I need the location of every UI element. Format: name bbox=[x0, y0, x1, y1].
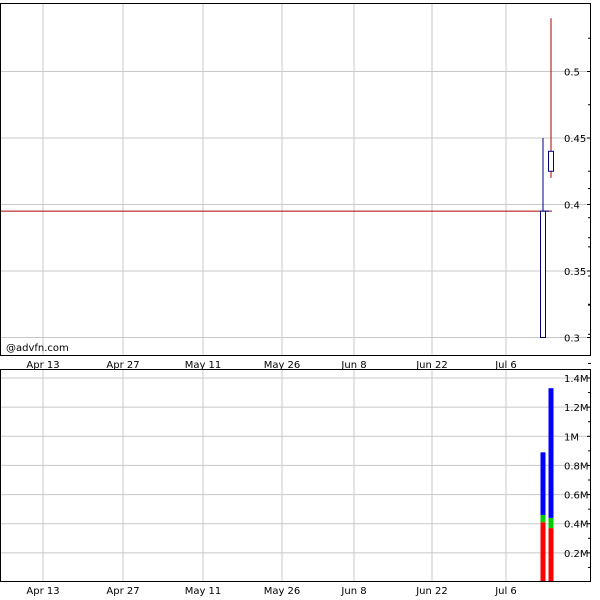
chart-root: 0.3 0.35 0.4 0.45 0.5 @advfn.com Apr 13 Apr 2… bbox=[0, 3, 591, 597]
price-y-ticks: 0.3 0.35 0.4 0.45 0.5 bbox=[564, 37, 591, 345]
price-ytick-label-4: 0.5 bbox=[564, 68, 580, 79]
candle-body-0 bbox=[540, 210, 546, 338]
volume-ytick-label-1: 0.4M bbox=[564, 520, 589, 531]
volume-bar-1-seg-2 bbox=[548, 388, 554, 518]
price-grid bbox=[1, 4, 591, 356]
volume-x-ticks: Apr 13 Apr 27 May 11 May 26 Jun 8 Jun 22 Jul 6 bbox=[26, 586, 516, 597]
volume-bar-1-seg-1 bbox=[548, 517, 554, 529]
price-frame bbox=[0, 3, 591, 356]
volume-xtick-label-5: Jun 22 bbox=[415, 586, 448, 597]
price-ytick-label-1: 0.35 bbox=[564, 267, 586, 278]
volume-xtick-label-0: Apr 13 bbox=[26, 586, 59, 597]
volume-ytick-label-5: 1.2M bbox=[564, 403, 589, 414]
volume-ytick-label-4: 1M bbox=[564, 432, 579, 443]
volume-ytick-label-0: 0.2M bbox=[564, 549, 589, 560]
volume-bar-1-seg-0 bbox=[548, 528, 554, 582]
watermark: @advfn.com bbox=[6, 343, 69, 354]
volume-xtick-label-3: May 26 bbox=[264, 586, 301, 597]
volume-bar-0-seg-1 bbox=[540, 514, 546, 523]
price-panel: 0.3 0.35 0.4 0.45 0.5 @advfn.com bbox=[0, 3, 591, 356]
volume-grid bbox=[1, 370, 591, 582]
volume-bar-0-seg-2 bbox=[540, 452, 546, 515]
volume-ytick-label-6: 1.4M bbox=[564, 374, 589, 385]
volume-panel: 0.2M 0.4M 0.6M 0.8M 1M 1.2M 1.4M bbox=[0, 188, 591, 582]
price-candles bbox=[540, 18, 554, 338]
volume-y-ticks: 0.2M 0.4M 0.6M 0.8M 1M 1.2M 1.4M bbox=[564, 188, 591, 568]
volume-bar-0-seg-0 bbox=[540, 522, 546, 582]
volume-ytick-label-2: 0.6M bbox=[564, 491, 589, 502]
price-ytick-label-3: 0.45 bbox=[564, 134, 586, 145]
volume-xtick-label-4: Jun 8 bbox=[340, 586, 366, 597]
price-ytick-label-2: 0.4 bbox=[564, 201, 580, 212]
volume-xtick-label-6: Jul 6 bbox=[494, 586, 517, 597]
candle-body-1 bbox=[548, 150, 554, 172]
volume-xtick-label-1: Apr 27 bbox=[106, 586, 139, 597]
volume-frame bbox=[0, 369, 591, 582]
volume-ytick-label-3: 0.8M bbox=[564, 461, 589, 472]
volume-xtick-label-2: May 11 bbox=[185, 586, 222, 597]
price-ytick-label-0: 0.3 bbox=[564, 334, 580, 345]
